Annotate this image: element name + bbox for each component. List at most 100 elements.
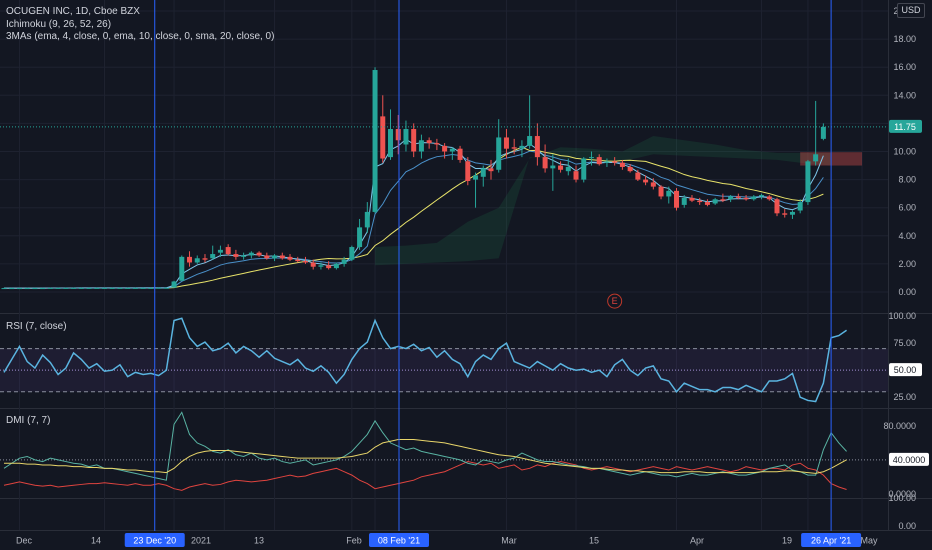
candle-body — [596, 157, 602, 165]
price-tick-label: 4.00 — [898, 231, 916, 241]
candle-body — [735, 196, 741, 198]
candle-body — [326, 265, 332, 269]
candle-body — [403, 129, 409, 145]
candle-body — [766, 196, 772, 200]
candle-body — [380, 116, 386, 159]
candle-body — [16, 288, 22, 290]
highlighted-date-label: 26 Apr '21 — [811, 536, 851, 546]
dmi-legend: DMI (7, 7) — [6, 415, 51, 426]
candle-body — [650, 182, 656, 187]
price-tick-label: 0.00 — [898, 287, 916, 297]
candle-body — [341, 259, 347, 264]
time-tick-label: May — [860, 536, 878, 546]
candle-body — [666, 190, 672, 197]
candle-body — [24, 288, 30, 290]
candle-body — [805, 161, 811, 203]
candle-body — [820, 126, 826, 139]
candle-body — [171, 281, 177, 288]
candle-body — [565, 166, 571, 172]
candle-body — [302, 261, 308, 263]
candle-body — [604, 161, 610, 163]
rsi-legend: RSI (7, close) — [6, 321, 67, 332]
candle-body — [117, 287, 123, 289]
ichimoku-legend: Ichimoku (9, 26, 52, 26) — [6, 19, 112, 30]
candle-body — [248, 252, 254, 256]
rsi-tick-label: 100.00 — [888, 311, 916, 321]
price-tick-label: 8.00 — [898, 175, 916, 185]
time-tick-label: 19 — [782, 536, 792, 546]
candle-body — [697, 200, 703, 203]
candle-body — [125, 287, 131, 289]
candle-body — [163, 287, 169, 289]
candle-body — [473, 175, 479, 180]
candle-body — [418, 140, 424, 152]
candle-body — [658, 186, 664, 197]
time-tick-label: 15 — [589, 536, 599, 546]
background — [0, 0, 932, 550]
candle-body — [210, 254, 216, 259]
candle-body — [78, 287, 84, 289]
candle-body — [349, 247, 355, 260]
candle-body — [558, 165, 564, 170]
candle-body — [86, 287, 92, 289]
candle-body — [588, 157, 594, 159]
mas-legend: 3MAs (ema, 4, close, 0, ema, 10, close, … — [6, 31, 275, 42]
candle-body — [728, 196, 734, 200]
candle-body — [488, 168, 494, 172]
chart-canvas[interactable]: 0.002.004.006.008.0010.0012.0014.0016.00… — [0, 0, 932, 550]
price-tick-label: 6.00 — [898, 203, 916, 213]
candle-body — [194, 258, 200, 263]
candle-body — [318, 265, 324, 267]
candle-body — [63, 287, 69, 289]
time-tick-label: 14 — [91, 536, 101, 546]
candle-body — [364, 211, 370, 228]
candle-body — [503, 137, 509, 149]
currency-button[interactable]: USD — [897, 3, 925, 18]
symbol-title: OCUGEN INC, 1D, Cboe BZX — [6, 6, 140, 17]
candle-body — [132, 287, 138, 289]
candle-body — [689, 197, 695, 201]
price-tick-label: 2.00 — [898, 259, 916, 269]
time-tick-label: 2021 — [191, 536, 211, 546]
candle-body — [619, 162, 625, 167]
candle-body — [789, 211, 795, 215]
candle-body — [581, 158, 587, 180]
candle-body — [449, 148, 455, 152]
candle-body — [333, 263, 339, 269]
time-tick-label: Dec — [16, 536, 33, 546]
candle-body — [751, 196, 757, 200]
candle-body — [442, 145, 448, 152]
candle-body — [720, 199, 726, 201]
candle-body — [704, 202, 710, 205]
candle-body — [550, 165, 556, 169]
candle-body — [743, 197, 749, 200]
candle-body — [426, 140, 432, 144]
time-tick-label: Mar — [501, 536, 517, 546]
candle-body — [573, 171, 579, 180]
highlighted-date-label: 23 Dec '20 — [133, 536, 176, 546]
candle-body — [411, 129, 417, 152]
candle-body — [542, 157, 548, 169]
candle-body — [434, 143, 440, 145]
candle-body — [643, 179, 649, 183]
candle-body — [140, 287, 146, 289]
time-tick-label: 13 — [254, 536, 264, 546]
candle-body — [217, 249, 223, 253]
dmi-tick-label: 80.0000 — [883, 421, 916, 431]
time-tick-label: Apr — [690, 536, 704, 546]
dmi-tick-label: 100.00 — [888, 493, 916, 503]
dmi-tick-label: 0.00 — [898, 521, 916, 531]
candle-body — [9, 288, 15, 290]
candle-body — [759, 195, 765, 197]
candle-body — [357, 227, 363, 248]
candle-body — [511, 147, 517, 149]
candle-body — [179, 256, 185, 281]
candle-body — [635, 172, 641, 180]
price-tick-label: 10.00 — [893, 147, 916, 157]
candle-body — [519, 145, 525, 149]
candle-body — [279, 255, 285, 259]
candle-body — [55, 287, 61, 289]
candle-body — [101, 287, 107, 289]
candle-body — [395, 129, 401, 141]
candle-body — [225, 247, 231, 255]
